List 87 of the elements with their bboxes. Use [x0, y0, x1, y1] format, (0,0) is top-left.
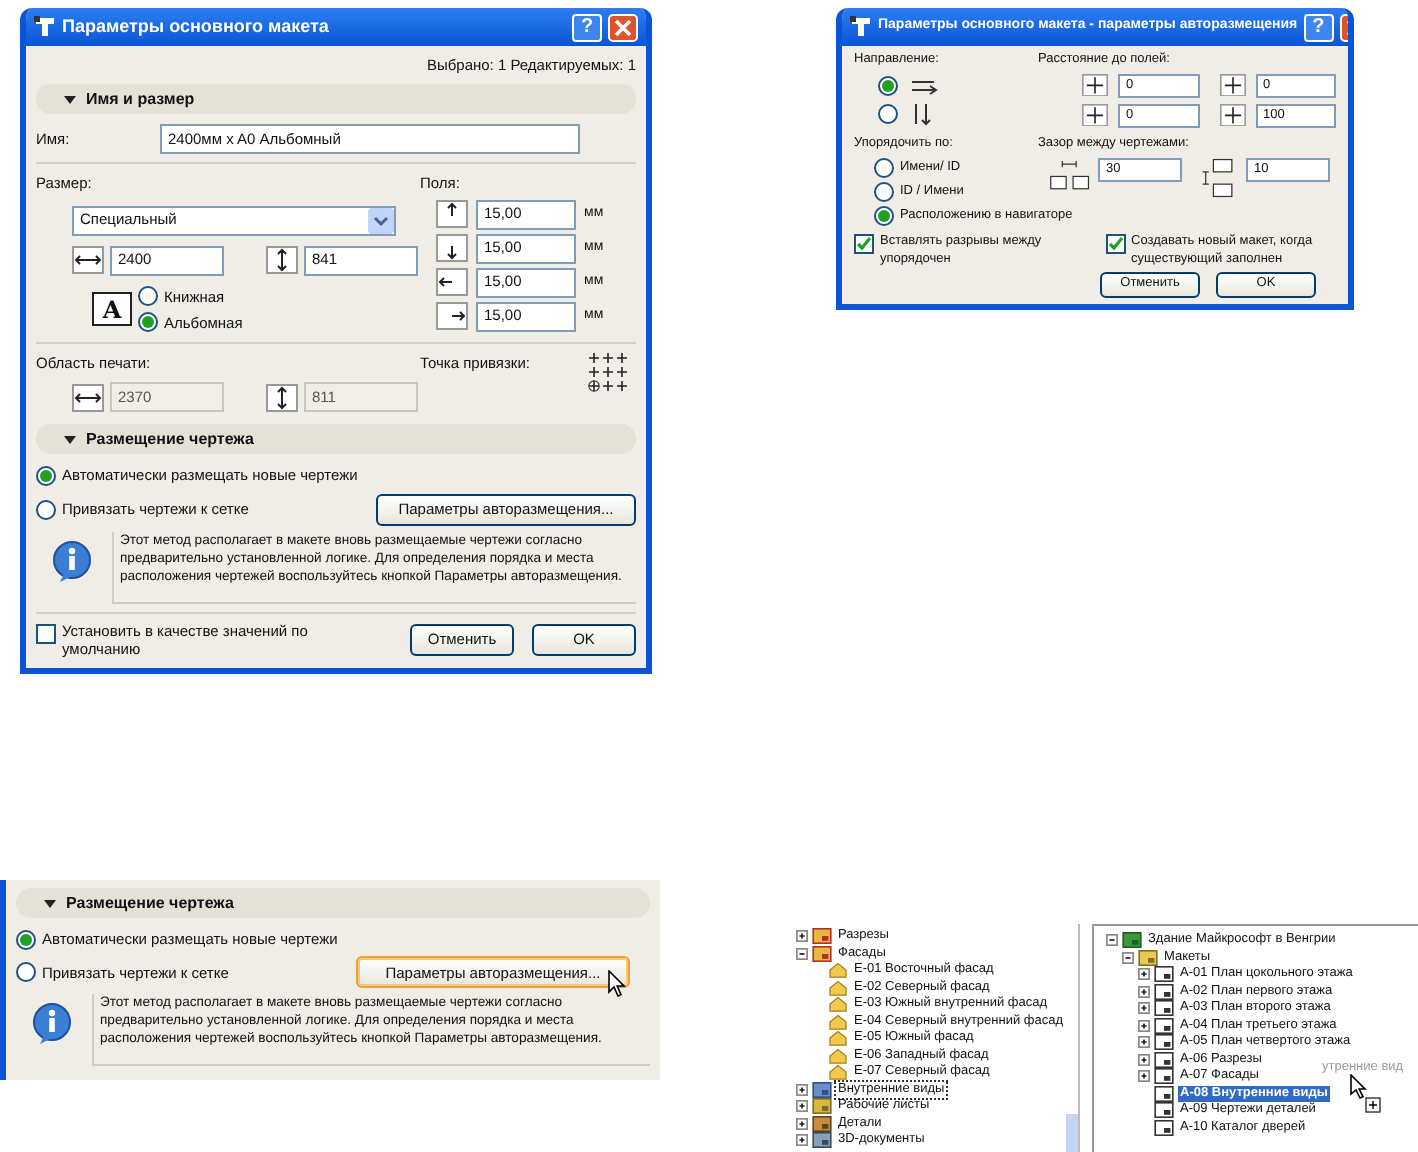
collapse-icon[interactable] [1122, 951, 1134, 964]
expanded-triangle-icon [64, 433, 76, 446]
anchor-point[interactable] [588, 366, 600, 378]
expanded-triangle-icon [64, 93, 76, 106]
distance-icon [1082, 74, 1108, 97]
section-header[interactable]: Размещение чертежа [36, 424, 636, 455]
folder-icon [1138, 949, 1158, 966]
sheet-icon [1154, 1085, 1174, 1102]
app-icon [850, 16, 872, 38]
info-icon [32, 1002, 72, 1047]
sheet-icon [1154, 983, 1174, 1000]
folder-icon [812, 1132, 832, 1149]
expand-icon[interactable] [1138, 1053, 1150, 1066]
expand-icon[interactable] [1138, 1019, 1150, 1032]
anchor-point[interactable] [616, 352, 628, 364]
height-icon [266, 383, 298, 412]
orientation-icon: A [92, 292, 132, 327]
distance-icon [1082, 104, 1108, 127]
checkbox[interactable] [1105, 233, 1125, 253]
folder-icon [812, 945, 832, 962]
app-icon [34, 16, 56, 38]
cursor-icon [608, 970, 626, 998]
folder-icon [812, 1098, 832, 1115]
expand-icon[interactable] [796, 1100, 808, 1113]
checkbox[interactable] [36, 623, 56, 643]
radio-button[interactable] [138, 286, 158, 307]
folder-icon [812, 1081, 832, 1098]
expanded-triangle-icon [44, 897, 56, 909]
expand-icon[interactable] [796, 930, 808, 943]
window-title: Параметры основного макета [62, 13, 331, 40]
sheet-icon [1154, 1119, 1174, 1136]
folder-icon [812, 1115, 832, 1132]
margin-icon [436, 268, 468, 296]
expand-icon[interactable] [1138, 985, 1150, 998]
sheet-icon [1154, 1017, 1174, 1034]
drag-cursor-icon [1350, 1074, 1382, 1114]
radio-button[interactable] [878, 75, 898, 96]
radio-button[interactable] [874, 181, 894, 201]
radio-button[interactable] [16, 929, 36, 950]
anchor-point[interactable] [602, 380, 614, 392]
height-icon [266, 246, 298, 274]
radio-button[interactable] [874, 157, 894, 177]
close-icon[interactable] [608, 13, 638, 41]
sheet-icon [1154, 1051, 1174, 1068]
width-icon [72, 246, 104, 274]
sheet-icon [1154, 1102, 1174, 1119]
expand-icon[interactable] [1138, 1036, 1150, 1049]
section-header[interactable]: Имя и размер [36, 84, 636, 115]
anchor-point[interactable] [588, 352, 600, 364]
checkbox[interactable] [854, 233, 874, 253]
sheet-icon [1154, 1068, 1174, 1085]
radio-button[interactable] [138, 312, 158, 333]
expand-icon[interactable] [796, 1083, 808, 1096]
anchor-point[interactable] [602, 366, 614, 378]
distance-icon [1219, 104, 1245, 127]
collapse-icon[interactable] [1106, 934, 1118, 947]
anchor-point[interactable] [616, 380, 628, 392]
expand-icon[interactable] [1138, 1002, 1150, 1015]
margin-icon [436, 200, 468, 228]
radio-button[interactable] [16, 962, 36, 983]
expand-icon[interactable] [1138, 968, 1150, 981]
expand-icon[interactable] [796, 1117, 808, 1130]
section-header[interactable]: Размещение чертежа [16, 888, 650, 918]
anchor-point[interactable] [616, 366, 628, 378]
distance-icon [1219, 74, 1245, 97]
radio-button[interactable] [36, 499, 56, 519]
folder-icon [1122, 932, 1142, 949]
sheet-icon [1154, 1000, 1174, 1017]
anchor-point[interactable] [588, 380, 600, 392]
folder-icon [812, 928, 832, 945]
width-icon [72, 383, 104, 412]
scrollbar[interactable] [1066, 1114, 1078, 1152]
radio-button[interactable] [36, 465, 56, 486]
collapse-icon[interactable] [796, 947, 808, 960]
margin-icon [436, 234, 468, 262]
anchor-point[interactable] [602, 352, 614, 364]
gap-icon [1198, 157, 1238, 197]
expand-icon[interactable] [796, 1134, 808, 1147]
sheet-icon [1154, 1034, 1174, 1051]
sheet-icon [1154, 966, 1174, 983]
margin-icon [436, 302, 468, 330]
radio-button[interactable] [878, 103, 898, 124]
help-button[interactable]: ? [1303, 13, 1334, 41]
info-icon [52, 539, 92, 583]
help-button[interactable]: ? [572, 13, 602, 41]
radio-button[interactable] [874, 205, 894, 225]
expand-icon[interactable] [1138, 1070, 1150, 1083]
